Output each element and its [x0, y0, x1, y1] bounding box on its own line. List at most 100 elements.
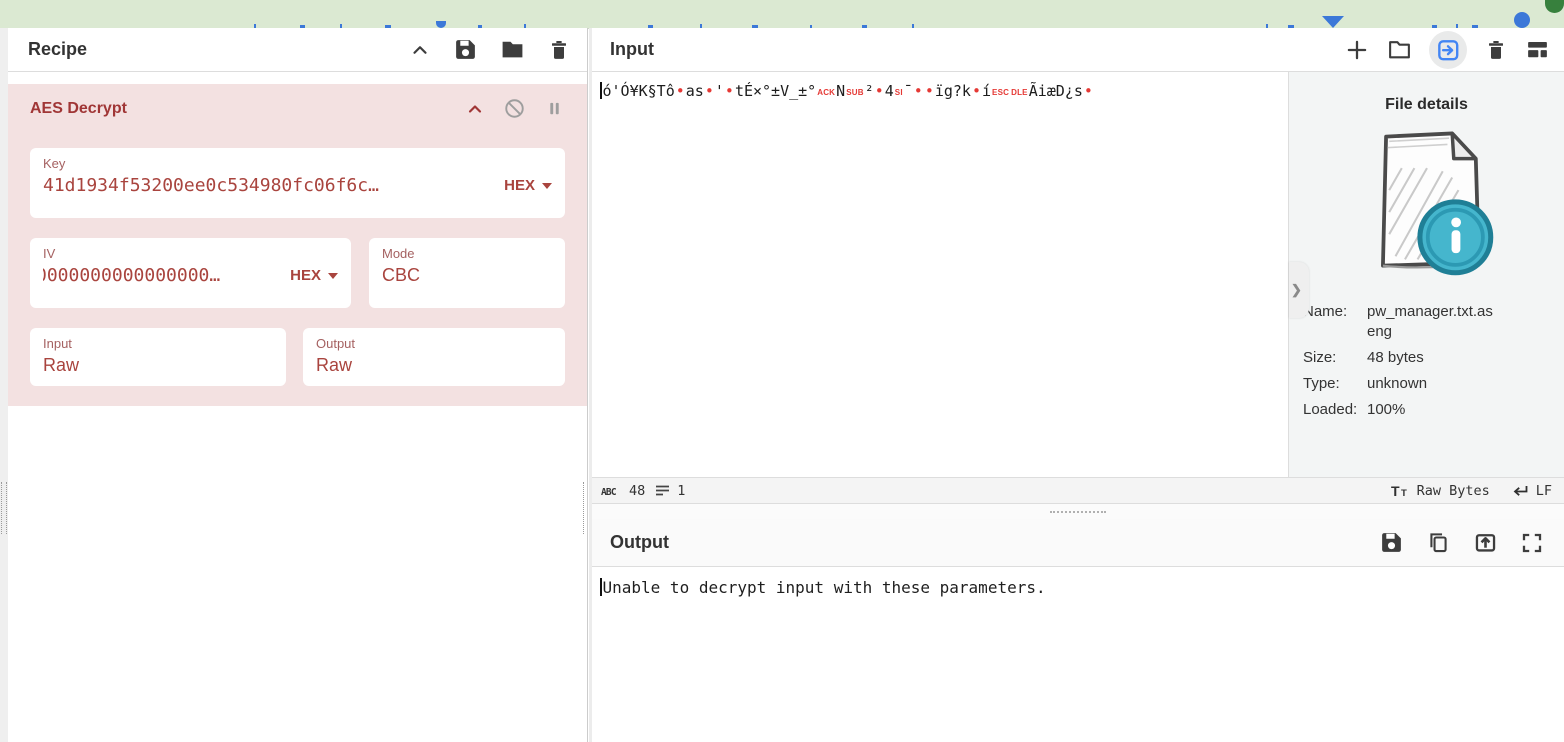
input-status-bar: ABC 48 1 TT Raw Bytes LF — [592, 477, 1564, 504]
mode-label: Mode — [382, 246, 552, 261]
chevron-right-icon: ❯ — [1291, 282, 1302, 298]
chevron-down-icon — [542, 183, 552, 189]
line-count-icon — [655, 484, 670, 497]
copy-output-icon[interactable] — [1426, 530, 1451, 555]
help-icon — [1514, 12, 1530, 28]
line-count: 1 — [655, 483, 685, 499]
clear-input-icon[interactable] — [1484, 38, 1508, 62]
file-icon — [1348, 124, 1506, 294]
io-split-gap — [592, 504, 1564, 519]
file-details-panel: ❯ File details Name: pw_manager.txt.as e… — [1288, 72, 1564, 477]
nonprintable-dot: • — [705, 82, 714, 100]
raw-bytes-icon: TT — [1391, 483, 1410, 499]
disable-operation-icon[interactable] — [503, 97, 526, 120]
key-input[interactable]: 41d1934f53200ee0c534980fc06f6c… — [43, 175, 494, 196]
mode-select[interactable]: CBC — [382, 265, 552, 286]
file-name-label: Name: — [1303, 302, 1367, 342]
eol-value: LF — [1536, 483, 1552, 499]
input-text: 4 — [885, 82, 894, 100]
control-char-label: SI — [895, 88, 903, 97]
nonprintable-dot: • — [725, 82, 734, 100]
op-output-format-select[interactable]: Raw — [316, 355, 552, 376]
load-recipe-icon[interactable] — [500, 37, 525, 62]
op-output-format-field: Output Raw — [303, 328, 565, 386]
char-count-icon: ABC — [601, 485, 622, 497]
file-details-collapse-tab[interactable]: ❯ — [1289, 262, 1309, 318]
open-input-tab-icon[interactable] — [1429, 31, 1467, 69]
input-text: ¯ — [904, 82, 913, 100]
operation-aes-decrypt[interactable]: AES Decrypt Key — [8, 84, 587, 406]
iv-type-dropdown[interactable]: HEX — [290, 267, 338, 284]
add-input-icon[interactable] — [1344, 37, 1370, 63]
top-banner — [0, 0, 1564, 29]
banner-fragment — [1545, 0, 1564, 13]
input-text: ïg?k — [935, 82, 971, 100]
input-text-line: ó'Ó¥K§Tô•as•'•tÉ×°±V_±°ACKNSUB²•4SI¯••ïg… — [600, 81, 1286, 103]
clear-recipe-icon[interactable] — [547, 38, 571, 62]
output-header: Output — [592, 519, 1564, 567]
file-size-row: Size: 48 bytes — [1303, 348, 1564, 368]
file-type-row: Type: unknown — [1303, 374, 1564, 394]
iv-input[interactable]: 0000000000000000… — [43, 265, 280, 286]
replace-input-icon[interactable] — [1473, 530, 1498, 555]
left-resize-handle[interactable] — [1, 482, 7, 534]
nonprintable-dot: • — [914, 82, 923, 100]
save-recipe-icon[interactable] — [453, 37, 478, 62]
file-details-rows: Name: pw_manager.txt.as eng Size: 48 byt… — [1303, 302, 1564, 420]
op-input-format-select[interactable]: Raw — [43, 355, 273, 376]
save-output-icon[interactable] — [1379, 530, 1404, 555]
key-type-dropdown[interactable]: HEX — [504, 177, 552, 194]
return-icon — [1510, 484, 1529, 498]
key-field: Key 41d1934f53200ee0c534980fc06f6c… HEX — [30, 148, 565, 218]
input-header: Input — [592, 28, 1564, 72]
input-text: N — [836, 82, 845, 100]
nonprintable-dot: • — [972, 82, 981, 100]
banner-fragment — [1322, 16, 1344, 28]
file-loaded-label: Loaded: — [1303, 400, 1367, 420]
file-name-value: pw_manager.txt.as eng — [1367, 302, 1493, 342]
file-type-label: Type: — [1303, 374, 1367, 394]
mode-field: Mode CBC — [369, 238, 565, 308]
layout-icon[interactable] — [1525, 37, 1550, 62]
iv-label: IV — [43, 246, 338, 261]
file-name-row: Name: pw_manager.txt.as eng — [1303, 302, 1564, 342]
op-input-format-field: Input Raw — [30, 328, 286, 386]
file-loaded-row: Loaded: 100% — [1303, 400, 1564, 420]
encoding-value: Raw Bytes — [1417, 483, 1490, 499]
recipe-title: Recipe — [28, 39, 87, 60]
input-text: ² — [865, 82, 874, 100]
text-cursor — [600, 82, 602, 99]
nonprintable-dot: • — [1084, 82, 1093, 100]
char-count-value: 48 — [629, 483, 645, 499]
file-type-value: unknown — [1367, 374, 1427, 394]
iv-field: IV 0000000000000000… HEX — [30, 238, 351, 308]
file-loaded-value: 100% — [1367, 400, 1405, 420]
file-size-value: 48 bytes — [1367, 348, 1424, 368]
chevron-down-icon — [328, 273, 338, 279]
op-input-format-label: Input — [43, 336, 273, 351]
input-editor[interactable]: ó'Ó¥K§Tô•as•'•tÉ×°±V_±°ACKNSUB²•4SI¯••ïg… — [592, 72, 1288, 477]
banner-fragment — [436, 21, 446, 28]
key-label: Key — [43, 156, 552, 171]
eol-toggle[interactable]: LF — [1510, 483, 1552, 499]
collapse-operation-icon[interactable] — [465, 99, 485, 119]
breakpoint-icon[interactable] — [544, 98, 565, 119]
io-resize-handle[interactable] — [1050, 511, 1106, 513]
input-text: ó'Ó¥K§Tô — [603, 82, 675, 100]
nonprintable-dot: • — [875, 82, 884, 100]
control-char-label: SUB — [846, 88, 864, 97]
line-count-value: 1 — [677, 483, 685, 499]
svg-text:ABC: ABC — [601, 487, 617, 497]
open-folder-icon[interactable] — [1387, 37, 1412, 62]
input-text: ' — [715, 82, 724, 100]
input-text: ÃiæD¿s — [1029, 82, 1083, 100]
control-char-label: DLE — [1011, 88, 1028, 97]
recipe-panel: Recipe AES Decrypt — [8, 28, 588, 742]
recipe-header: Recipe — [8, 28, 587, 72]
maximise-output-icon[interactable] — [1520, 531, 1544, 555]
raw-bytes-toggle[interactable]: TT Raw Bytes — [1391, 483, 1490, 499]
collapse-recipe-icon[interactable] — [409, 39, 431, 61]
op-output-format-label: Output — [316, 336, 552, 351]
svg-text:T: T — [1391, 483, 1400, 499]
output-editor[interactable]: Unable to decrypt input with these param… — [592, 567, 1564, 742]
